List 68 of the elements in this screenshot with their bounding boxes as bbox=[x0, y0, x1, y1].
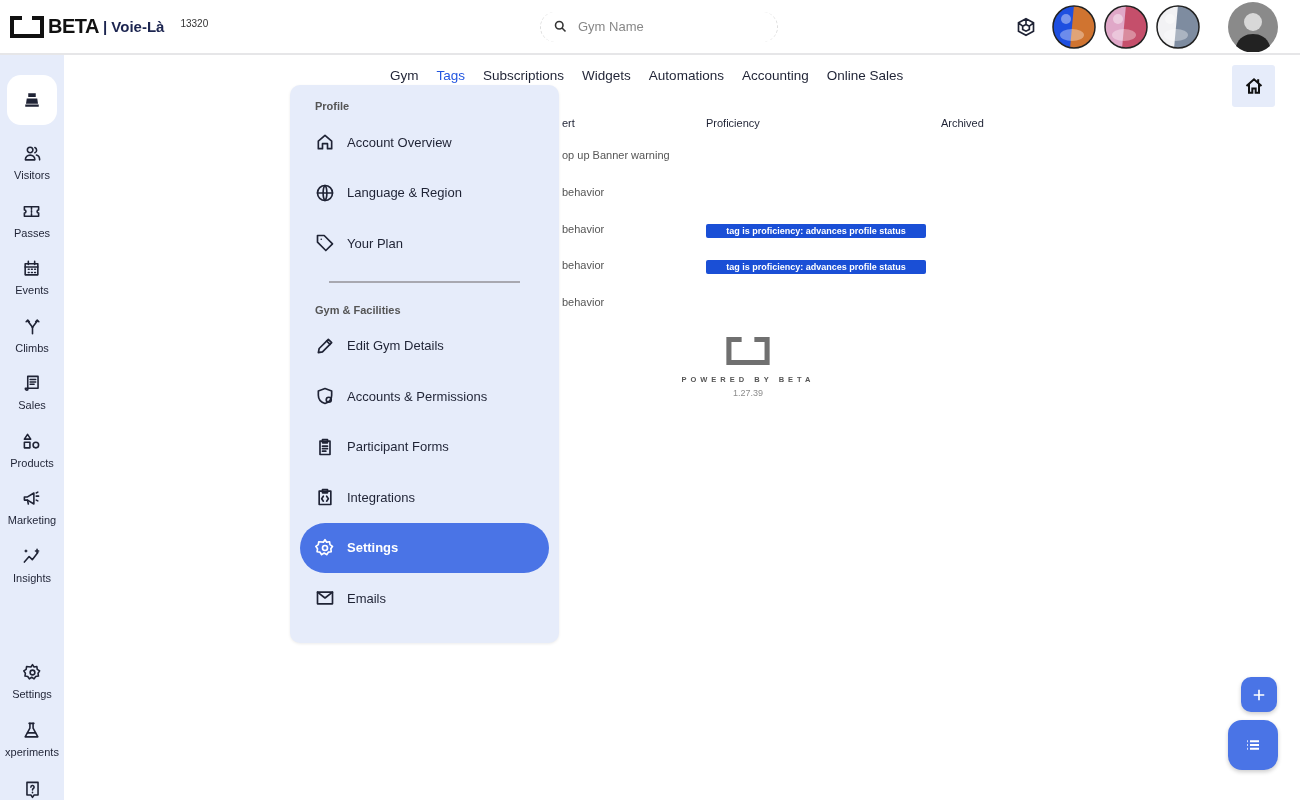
section-title: Profile bbox=[314, 99, 351, 114]
menu-item[interactable]: Edit Gym Details bbox=[300, 320, 549, 371]
menu-item[interactable]: Emails bbox=[300, 573, 549, 624]
sidebar-item[interactable]: xperiments bbox=[5, 720, 59, 778]
user-avatar[interactable] bbox=[1228, 1, 1278, 52]
list-button[interactable] bbox=[1228, 720, 1278, 770]
brand-name: BETA bbox=[48, 15, 99, 38]
menu-item[interactable]: Your Plan bbox=[300, 218, 549, 269]
register-button[interactable] bbox=[7, 75, 57, 125]
version-text: 1.27.39 bbox=[733, 388, 763, 399]
settings-icon bbox=[315, 537, 335, 558]
sidebar-item[interactable]: Products bbox=[10, 431, 54, 489]
table-cell-text: behavior bbox=[562, 296, 606, 309]
receipt-icon bbox=[22, 374, 42, 393]
menu-item[interactable]: Accounts & Permissions bbox=[300, 371, 549, 422]
sidebar-item[interactable]: Visitors bbox=[14, 144, 50, 202]
tab[interactable]: Online Sales bbox=[826, 68, 904, 91]
menu-item[interactable]: Settings bbox=[300, 522, 549, 573]
sidebar-item[interactable]: Insights bbox=[13, 546, 51, 604]
menu-item[interactable]: Language & Region bbox=[300, 167, 549, 218]
table-cell-text: behavior bbox=[562, 186, 606, 199]
menu-item[interactable]: Integrations bbox=[300, 472, 549, 523]
add-button[interactable] bbox=[1241, 677, 1277, 712]
globe-icon bbox=[315, 182, 335, 203]
sidebar-item[interactable]: Events bbox=[15, 259, 49, 317]
megaphone-icon bbox=[22, 489, 42, 508]
pencil-icon bbox=[315, 335, 335, 356]
proficiency-tag: tag is proficiency: advances profile status bbox=[706, 260, 926, 275]
sidebar-item[interactable]: Climbs bbox=[15, 316, 49, 374]
shapes-icon bbox=[22, 431, 42, 451]
calendar-icon bbox=[22, 259, 42, 278]
column-header: ert bbox=[562, 117, 576, 129]
logo-icon bbox=[10, 15, 44, 38]
home-button[interactable] bbox=[1232, 65, 1275, 107]
home-icon bbox=[315, 132, 335, 153]
sidebar-item[interactable]: Settings bbox=[12, 663, 52, 721]
people-icon bbox=[22, 144, 42, 163]
tab[interactable]: Widgets bbox=[582, 68, 631, 91]
cube-icon[interactable] bbox=[1016, 16, 1036, 37]
menu-item[interactable]: Participant Forms bbox=[300, 421, 549, 472]
gym-name: | Voie-Là bbox=[102, 18, 165, 35]
gym-id: 13320 bbox=[180, 18, 209, 29]
table-cell-text: behavior bbox=[562, 222, 606, 235]
tab[interactable]: Accounting bbox=[741, 68, 809, 91]
home-icon bbox=[1243, 76, 1264, 96]
table-cell-text: behavior bbox=[562, 259, 606, 272]
section-title: Gym & Facilities bbox=[314, 302, 402, 318]
search-input[interactable]: Gym Name bbox=[576, 18, 760, 35]
settings-icon bbox=[22, 663, 42, 682]
sidebar-item[interactable]: Passes bbox=[13, 201, 51, 259]
proficiency-tag: tag is proficiency: advances profile status bbox=[706, 223, 926, 238]
logo-icon bbox=[726, 337, 770, 366]
tag-icon bbox=[315, 233, 335, 254]
cash-register-icon bbox=[23, 91, 41, 109]
tab[interactable]: Automations bbox=[648, 68, 724, 91]
search-icon bbox=[553, 19, 568, 34]
menu-item[interactable]: Account Overview bbox=[300, 117, 549, 168]
fork-arrows-icon bbox=[22, 316, 42, 336]
trend-line-icon bbox=[22, 546, 42, 566]
column-header: Proficiency bbox=[706, 117, 761, 129]
search-field[interactable]: Gym Name bbox=[540, 11, 778, 42]
sidebar-item[interactable]: Marketing bbox=[7, 489, 57, 547]
code-clipboard-icon bbox=[315, 487, 335, 508]
flask-icon bbox=[22, 720, 42, 740]
column-header: Archived bbox=[941, 117, 985, 129]
table-cell-text: op up Banner warning bbox=[562, 149, 671, 162]
shield-icon bbox=[315, 386, 335, 407]
sidebar-item[interactable]: Sales bbox=[18, 374, 46, 432]
